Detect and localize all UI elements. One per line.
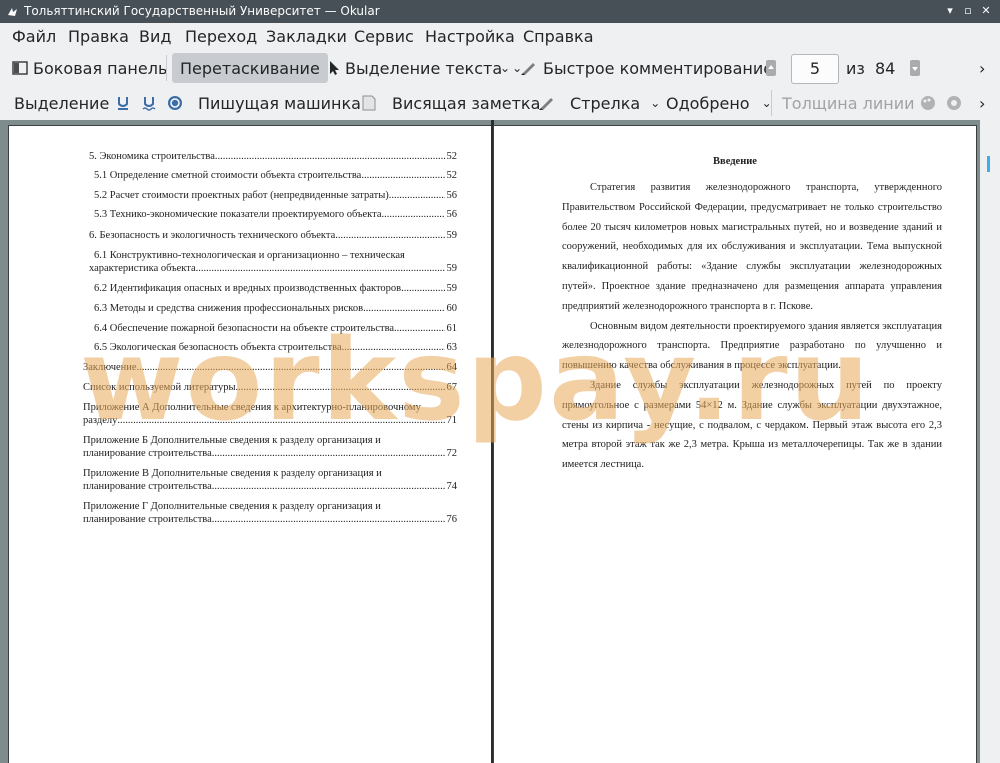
typewriter-tool-label: Пишущая машинка <box>198 93 361 113</box>
section-heading: Введение <box>713 156 757 167</box>
stamp-circle-icon <box>168 96 182 110</box>
document-viewport[interactable]: 5. Экономика строительства52 5.1 Определ… <box>0 120 1000 763</box>
line-width-label: Толщина линии <box>782 93 915 113</box>
toc-entry[interactable]: Список используемой литературы67 <box>83 381 457 394</box>
menu-view[interactable]: Вид <box>139 27 171 46</box>
toolbar-overflow-button[interactable]: › <box>979 86 985 120</box>
arrow-tool-label: Стрелка <box>570 93 641 113</box>
text-select-label: Выделение текста <box>345 58 503 78</box>
pen-icon <box>539 98 553 110</box>
stamp-type-label: Одобрено <box>666 93 750 113</box>
popup-note-tool-button[interactable]: Висящая заметка <box>392 86 540 120</box>
color-tool-button[interactable] <box>920 86 941 120</box>
toc-entry[interactable]: 6.2 Идентификация опасных и вредных прои… <box>94 282 457 295</box>
arrow-down-icon <box>910 60 920 76</box>
opacity-icon <box>947 96 961 110</box>
palette-icon <box>921 96 935 110</box>
toolbar-separator <box>771 90 772 116</box>
cursor-arrow-icon <box>330 61 339 75</box>
menu-settings[interactable]: Настройка <box>425 27 515 46</box>
paragraph: Основным видом деятельности проектируемо… <box>562 320 942 372</box>
annotation-toolbar: Выделение Пишущая машинка Висящая заметк… <box>0 86 1000 120</box>
arrow-up-icon <box>766 60 776 76</box>
chevron-down-icon[interactable]: ⌄ <box>650 96 660 110</box>
maximize-button[interactable]: ▫ <box>962 5 974 17</box>
of-label: из <box>846 58 865 78</box>
menu-file[interactable]: Файл <box>12 27 56 46</box>
document-page-left[interactable]: 5. Экономика строительства52 5.1 Определ… <box>9 126 491 763</box>
typewriter-tool-button[interactable]: Пишущая машинка <box>198 86 361 120</box>
vertical-scrollbar[interactable] <box>980 120 1000 763</box>
title-bar: Тольяттинский Государственный Университе… <box>0 0 1000 23</box>
toc-entry[interactable]: 5.3 Технико-экономические показатели про… <box>94 208 457 221</box>
browse-tool-button[interactable]: Перетаскивание <box>172 53 328 83</box>
quick-annotations-button[interactable]: Быстрое комментирование <box>520 51 773 85</box>
highlight-tool-label: Выделение <box>14 93 110 113</box>
arrow-tool-button[interactable]: Стрелка ⌄ <box>570 86 660 120</box>
toolbar-separator <box>166 55 167 81</box>
paragraph: Стратегия развития железнодорожного тран… <box>562 182 942 312</box>
toc-entry[interactable]: 6.1 Конструктивно-технологическая и орга… <box>89 249 457 275</box>
sidebar-toggle-button[interactable]: Боковая панель <box>12 51 167 85</box>
toc-entry[interactable]: 5. Экономика строительства52 <box>89 150 457 163</box>
menu-help[interactable]: Справка <box>523 27 594 46</box>
squiggly-underline-icon <box>142 97 156 111</box>
total-pages-label: 84 <box>875 58 896 78</box>
chevron-down-icon[interactable]: ⌄ <box>500 51 510 85</box>
toc-entry[interactable]: 6.5 Экологическая безопасность объекта с… <box>94 341 457 354</box>
quick-annotations-label: Быстрое комментирование <box>543 58 774 78</box>
next-page-button[interactable] <box>910 51 925 85</box>
minimize-button[interactable]: ▾ <box>944 5 956 17</box>
menu-edit[interactable]: Правка <box>68 27 129 46</box>
toc-entry[interactable]: Приложение Г Дополнительные сведения к р… <box>83 500 457 526</box>
sidebar-icon <box>12 61 28 75</box>
document-page-right[interactable]: Введение Стратегия развития железнодорож… <box>494 126 976 763</box>
browse-tool-label: Перетаскивание <box>180 58 320 78</box>
window-title: Тольяттинский Государственный Университе… <box>24 4 380 18</box>
menu-bookmarks[interactable]: Закладки <box>266 27 347 46</box>
underline-tool-button[interactable] <box>116 86 135 120</box>
toc-entry[interactable]: 5.2 Расчет стоимости проектных работ (не… <box>94 189 457 202</box>
toc-entry[interactable]: Приложение А Дополнительные сведения к а… <box>83 401 457 427</box>
menu-bar: Файл Правка Вид Переход Закладки Сервис … <box>0 23 1000 51</box>
toc-entry[interactable]: Заключение64 <box>83 361 457 374</box>
toc-entry[interactable]: Приложение В Дополнительные сведения к р… <box>83 467 457 493</box>
stamp-type-dropdown[interactable]: Одобрено ⌄ <box>666 86 772 120</box>
popup-note-label: Висящая заметка <box>392 93 541 113</box>
toc-entry[interactable]: 6.3 Методы и средства снижения профессио… <box>94 302 457 315</box>
toc-entry[interactable]: 6. Безопасность и экологичность техничес… <box>89 229 457 242</box>
sidebar-toggle-label: Боковая панель <box>33 58 168 78</box>
close-button[interactable]: ✕ <box>980 5 992 17</box>
previous-page-button[interactable] <box>766 51 781 85</box>
menu-go[interactable]: Переход <box>185 27 257 46</box>
toolbar-overflow-button[interactable]: › <box>979 51 985 85</box>
body-text: Стратегия развития железнодорожного тран… <box>562 178 942 475</box>
toc-entry[interactable]: 6.4 Обеспечение пожарной безопасности на… <box>94 322 457 335</box>
freehand-tool-button[interactable] <box>538 86 561 120</box>
stamp-tool-button[interactable] <box>167 86 188 120</box>
toc-entry[interactable]: Приложение Б Дополнительные сведения к р… <box>83 434 457 460</box>
line-width-dropdown[interactable]: Толщина линии <box>782 86 915 120</box>
note-icon <box>362 95 376 111</box>
popup-note-icon-button[interactable] <box>362 86 381 120</box>
menu-tools[interactable]: Сервис <box>354 27 414 46</box>
okular-app-icon <box>8 8 17 16</box>
paragraph: Здание службы эксплуатации железнодорожн… <box>562 379 942 471</box>
squiggly-tool-button[interactable] <box>142 86 161 120</box>
text-select-tool-button[interactable]: Выделение текста ⌄ <box>328 51 522 85</box>
highlight-tool-button[interactable]: Выделение <box>14 86 109 120</box>
main-toolbar: Боковая панель Перетаскивание Выделение … <box>0 51 1000 85</box>
underline-icon <box>118 97 128 110</box>
opacity-tool-button[interactable] <box>946 86 967 120</box>
pen-annotation-icon <box>521 63 535 75</box>
page-number-input[interactable]: 5 <box>791 54 839 84</box>
toc-entry[interactable]: 5.1 Определение сметной стоимости объект… <box>94 169 457 182</box>
scrollbar-thumb[interactable] <box>987 156 990 172</box>
